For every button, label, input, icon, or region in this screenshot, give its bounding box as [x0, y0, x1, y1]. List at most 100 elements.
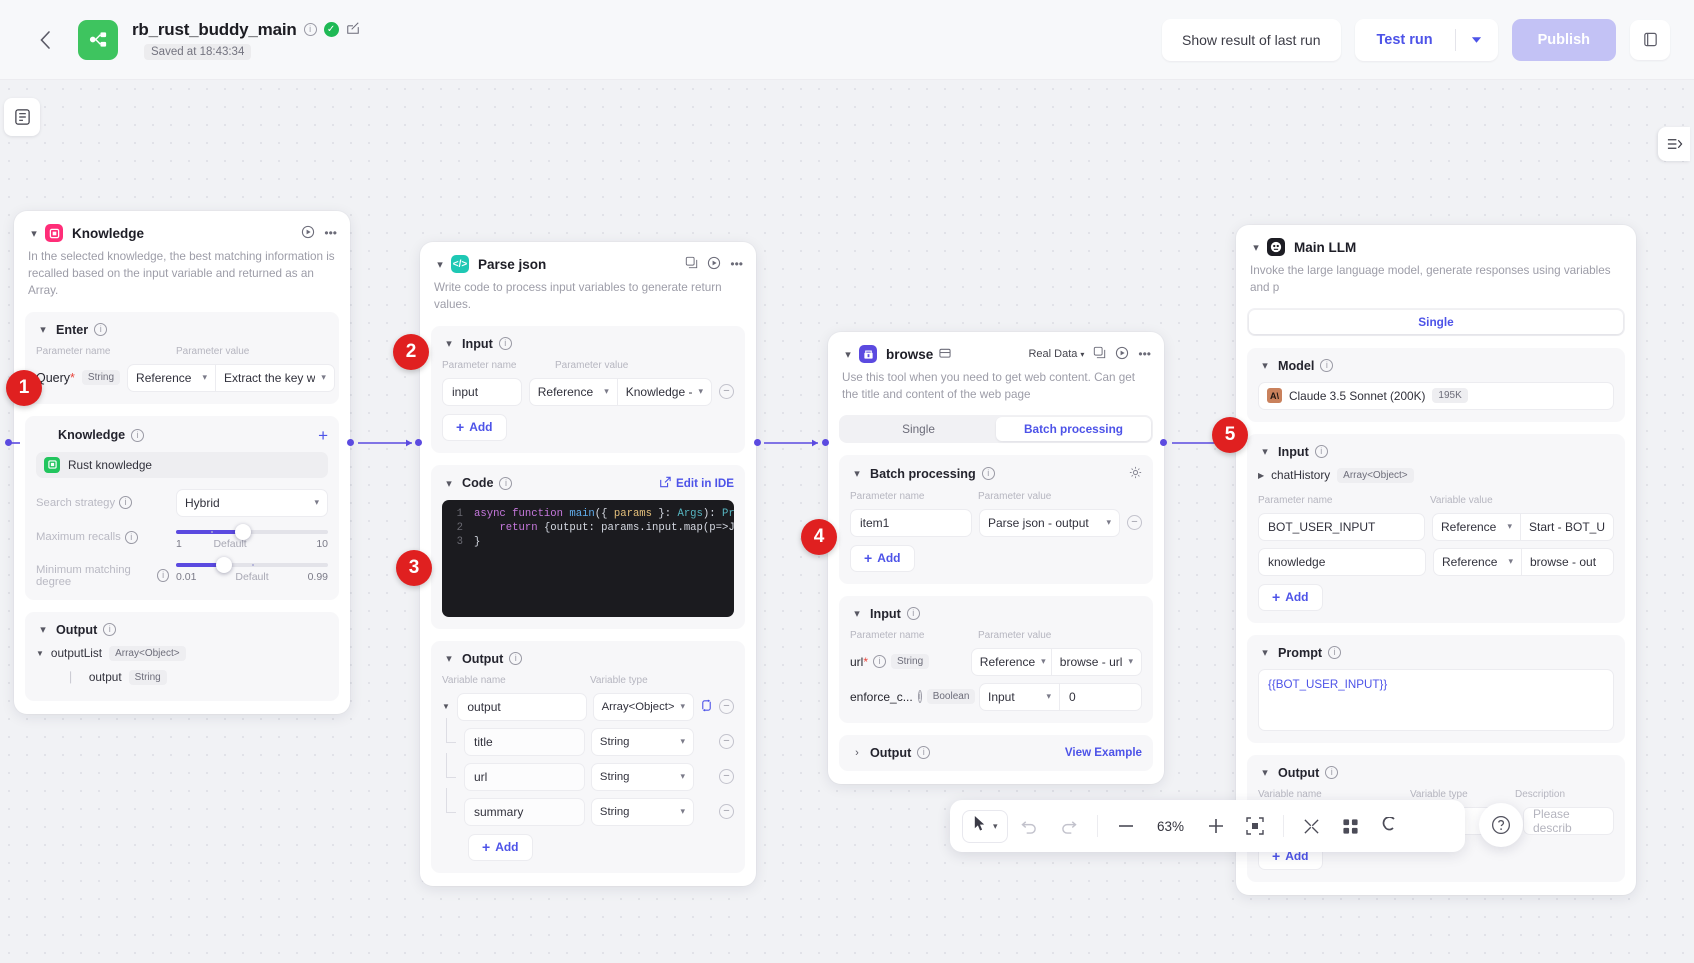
remove-row-button[interactable]: − — [719, 734, 734, 749]
back-button[interactable] — [32, 27, 58, 53]
output-port-knowledge[interactable] — [347, 439, 354, 446]
collapse-button[interactable] — [1295, 809, 1329, 843]
chevron-down-icon[interactable]: ▾ — [442, 652, 456, 665]
output-type-select[interactable]: String▾ — [591, 728, 694, 756]
value-input[interactable]: 0 — [1059, 683, 1142, 711]
output-type-select[interactable]: String▾ — [591, 798, 694, 826]
remove-row-button[interactable]: − — [719, 769, 734, 784]
grid-button[interactable] — [1334, 809, 1368, 843]
info-icon[interactable]: i — [873, 655, 886, 668]
more-horizontal-icon[interactable]: ••• — [324, 226, 337, 240]
info-icon[interactable]: i — [1325, 766, 1338, 779]
output-name-input[interactable]: output — [457, 693, 586, 721]
zoom-out-button[interactable] — [1109, 809, 1143, 843]
info-icon[interactable]: i — [499, 337, 512, 350]
info-icon[interactable]: i — [103, 623, 116, 636]
output-name-input[interactable]: url — [464, 763, 585, 791]
zoom-level[interactable]: 63% — [1148, 819, 1194, 834]
value-reference-select[interactable]: Start - BOT_U — [1520, 513, 1614, 541]
min-matching-slider[interactable]: 0.01 Default 0.99 — [176, 563, 328, 583]
chevron-down-icon[interactable]: ▾ — [433, 258, 447, 271]
panel-right-icon[interactable] — [1658, 127, 1690, 161]
info-icon[interactable]: i — [94, 323, 107, 336]
output-type-select[interactable]: Array<Object>▾ — [593, 693, 694, 721]
max-recalls-slider[interactable]: 1 Default 10 — [176, 530, 328, 550]
remove-row-button[interactable]: − — [719, 699, 734, 714]
duplicate-icon[interactable] — [1630, 20, 1670, 60]
output-name-input[interactable]: summary — [464, 798, 585, 826]
info-icon[interactable]: i — [125, 531, 138, 544]
add-input-button[interactable]: +Add — [1258, 584, 1323, 611]
param-name-input[interactable]: knowledge — [1258, 548, 1426, 576]
cursor-tool-select[interactable]: ▾ — [962, 810, 1008, 843]
value-mode-select[interactable]: Input▾ — [979, 683, 1059, 711]
chevron-right-icon[interactable]: › — [850, 747, 864, 759]
prompt-textarea[interactable]: {{BOT_USER_INPUT}} — [1258, 669, 1614, 731]
value-mode-select[interactable]: Reference▾ — [971, 648, 1051, 676]
input-port-parsejson[interactable] — [415, 439, 422, 446]
caret-down-icon[interactable]: ▼ — [36, 649, 44, 658]
chevron-down-icon[interactable]: ▾ — [1258, 646, 1272, 659]
play-circle-icon[interactable] — [301, 225, 315, 242]
info-icon[interactable]: i — [918, 690, 922, 703]
test-run-dropdown-button[interactable] — [1456, 19, 1498, 61]
output-description-input[interactable]: Please describ — [1523, 807, 1614, 835]
search-strategy-select[interactable]: Hybrid▾ — [176, 489, 328, 517]
node-parse-json[interactable]: ▾ </> Parse json ••• Write code to proce… — [420, 242, 756, 886]
caret-down-icon[interactable]: ▼ — [442, 702, 451, 711]
info-icon[interactable]: i — [1328, 646, 1341, 659]
canvas-entry-port[interactable] — [5, 439, 12, 446]
input-port-browse[interactable] — [822, 439, 829, 446]
copy-icon[interactable] — [685, 256, 698, 272]
more-horizontal-icon[interactable]: ••• — [1138, 347, 1151, 361]
info-icon[interactable]: i — [304, 23, 317, 36]
chevron-down-icon[interactable]: ▾ — [1258, 766, 1272, 779]
chevron-down-icon[interactable]: ▾ — [1249, 241, 1263, 254]
value-mode-select[interactable]: Reference▾ — [1433, 548, 1521, 576]
add-output-button[interactable]: +Add — [468, 834, 533, 861]
convert-icon[interactable] — [700, 699, 713, 715]
redo-button[interactable] — [1052, 809, 1086, 843]
node-main-llm[interactable]: ▾ Main LLM Invoke the large language mod… — [1236, 225, 1636, 895]
panel-left-icon[interactable] — [4, 98, 40, 136]
fit-view-button[interactable] — [1238, 809, 1272, 843]
remove-row-button[interactable]: − — [719, 804, 734, 819]
chevron-down-icon[interactable]: ▾ — [850, 607, 864, 620]
publish-button[interactable]: Publish — [1512, 19, 1616, 61]
info-icon[interactable]: i — [119, 496, 132, 509]
edit-square-icon[interactable] — [346, 21, 360, 38]
output-port-parsejson[interactable] — [754, 439, 761, 446]
value-reference-select[interactable]: browse - url▾ — [1051, 648, 1142, 676]
info-icon[interactable]: i — [907, 607, 920, 620]
play-circle-icon[interactable] — [707, 256, 721, 273]
add-batch-button[interactable]: +Add — [850, 545, 915, 572]
chevron-down-icon[interactable]: ▾ — [27, 227, 41, 240]
real-data-toggle[interactable]: Real Data▾ — [1028, 348, 1084, 360]
view-example-link[interactable]: View Example — [1065, 746, 1142, 759]
output-port-browse[interactable] — [1160, 439, 1167, 446]
info-icon[interactable]: i — [157, 569, 169, 582]
value-reference-select[interactable]: browse - out — [1521, 548, 1614, 576]
zoom-in-button[interactable] — [1199, 809, 1233, 843]
magnet-button[interactable] — [1373, 809, 1407, 843]
info-icon[interactable]: i — [509, 652, 522, 665]
output-type-select[interactable]: String▾ — [591, 763, 694, 791]
undo-button[interactable] — [1013, 809, 1047, 843]
remove-row-button[interactable]: − — [1127, 515, 1142, 530]
code-editor[interactable]: 1async function main({ params }: Args): … — [442, 500, 734, 617]
tab-single[interactable]: Single — [1249, 310, 1623, 334]
show-last-run-button[interactable]: Show result of last run — [1162, 19, 1341, 61]
output-name-input[interactable]: title — [464, 728, 585, 756]
param-name-input[interactable]: BOT_USER_INPUT — [1258, 513, 1425, 541]
test-run-button[interactable]: Test run — [1355, 19, 1455, 61]
chevron-down-icon[interactable]: ▾ — [442, 337, 456, 350]
batch-param-name-input[interactable]: item1 — [850, 509, 972, 537]
chevron-down-icon[interactable]: ▾ — [841, 348, 855, 361]
chevron-down-icon[interactable]: ▾ — [36, 323, 50, 336]
help-button[interactable] — [1479, 803, 1523, 847]
info-icon[interactable]: i — [917, 746, 930, 759]
more-horizontal-icon[interactable]: ••• — [730, 257, 743, 271]
value-mode-select[interactable]: Reference▾ — [1432, 513, 1520, 541]
chevron-down-icon[interactable]: ▾ — [36, 623, 50, 636]
batch-param-value-select[interactable]: Parse json - output▾ — [979, 509, 1120, 537]
